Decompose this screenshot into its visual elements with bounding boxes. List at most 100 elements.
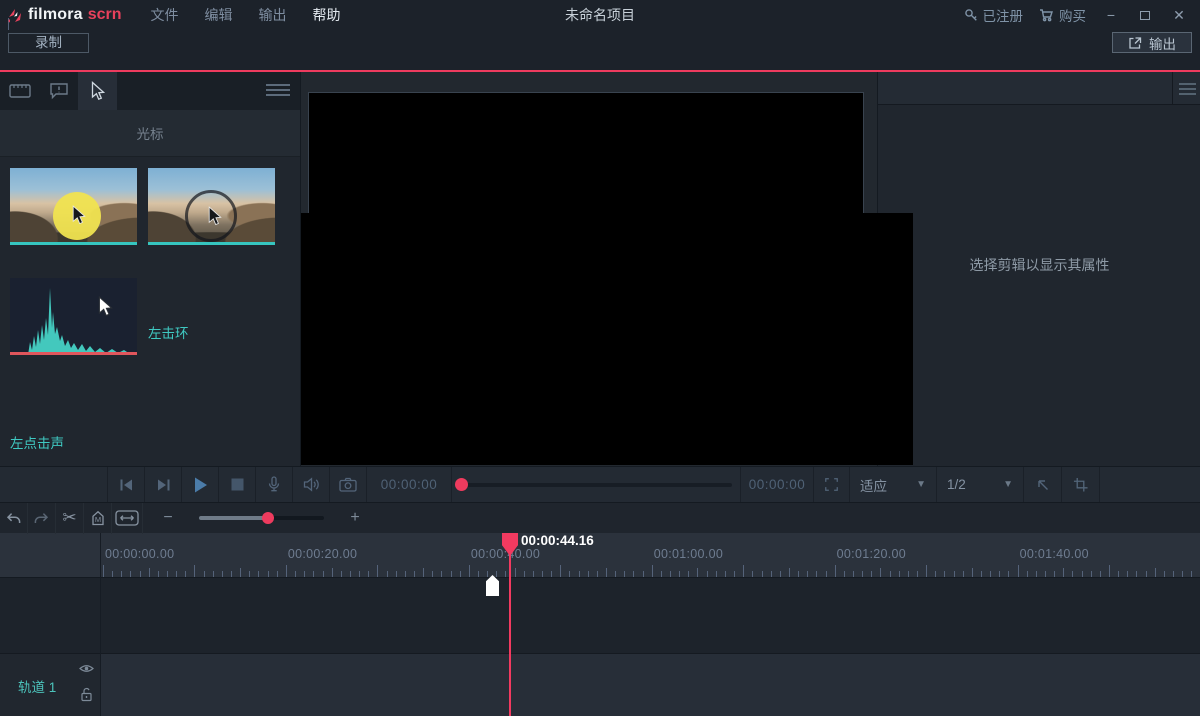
video-frame [301,213,913,465]
undo-button[interactable] [0,503,28,534]
zoom-slider[interactable] [199,516,324,520]
fullscreen-button[interactable] [814,467,850,502]
timeline-gutter-divider [100,533,101,716]
microphone-button[interactable] [256,467,293,502]
ruler-label: 00:01:40.00 [1020,547,1089,561]
project-title: 未命名项目 [565,5,635,25]
registered-status[interactable]: 已注册 [958,5,1030,25]
redo-button[interactable] [28,503,56,534]
audio-button[interactable] [293,467,330,502]
close-icon: ✕ [1173,7,1185,24]
properties-menu-button[interactable] [1179,83,1196,95]
timeline-ruler[interactable]: 00:00:00.0000:00:20.0000:00:40.0000:01:0… [0,533,1200,578]
arrow-upleft-icon [1036,478,1050,492]
menu-edit[interactable]: 编辑 [192,0,246,30]
play-button[interactable] [182,467,219,502]
zoom-to-fit-button[interactable] [112,503,143,534]
black-cursor-icon [208,206,223,227]
speaker-icon [303,477,320,492]
titlebar-right: 已注册 购买 − ✕ [958,0,1195,30]
svg-text:M: M [94,515,100,524]
callout-icon [49,82,69,100]
track-row: 轨道 1 [0,653,1200,716]
logo-trademark-tick: ' [8,18,9,30]
add-marker-button[interactable]: M [84,503,112,534]
next-frame-button[interactable] [145,467,182,502]
section-header: 光标 [0,110,300,157]
waveform-icon [10,278,137,355]
record-button[interactable]: 录制 [8,33,89,53]
split-button[interactable]: ✂ [56,503,84,534]
click-ring-preview [148,168,275,245]
fit-mode-dropdown[interactable]: 适应 ▼ [850,467,937,502]
zoom-out-button[interactable]: − [155,509,181,527]
tab-cursor[interactable] [78,72,117,110]
microphone-icon [265,476,283,493]
cart-icon [1039,8,1054,22]
play-icon [192,476,209,494]
snapshot-button[interactable] [330,467,367,502]
camera-icon [339,477,357,492]
minimize-button[interactable]: − [1096,0,1126,30]
close-button[interactable]: ✕ [1164,0,1194,30]
menu-output[interactable]: 输出 [246,0,300,30]
track-lane[interactable] [101,654,1200,716]
seek-handle[interactable] [455,478,468,491]
buy-button[interactable]: 购买 [1033,5,1092,25]
zoom-in-button[interactable]: + [342,509,368,527]
chevron-down-icon: ▼ [1003,479,1013,490]
current-time: 00:00:00 [367,467,452,502]
tab-media[interactable] [0,72,39,110]
app-logo: filmora scrn ' [8,6,122,24]
previous-frame-button[interactable] [108,467,145,502]
cursor-icon [90,81,105,101]
playhead-line[interactable] [509,533,511,716]
export-button[interactable]: 输出 [1112,32,1192,53]
key-icon [964,8,978,22]
redo-icon [33,511,50,526]
panel-menu-button[interactable] [266,84,290,96]
seek-track[interactable] [460,483,732,487]
menu-file[interactable]: 文件 [138,0,192,30]
undo-icon [5,511,22,526]
logo-brand-text: filmora [28,6,83,24]
logo-product-text: scrn [88,6,122,24]
chevron-down-icon: ▼ [916,479,926,490]
zoom-slider-handle[interactable] [262,512,274,524]
stop-button[interactable] [219,467,256,502]
track-header: 轨道 1 [0,654,100,716]
asset-label: 左击环 [148,322,189,342]
thumb-underline [148,242,275,245]
stop-icon [231,478,244,491]
asset-cursor-highlight[interactable] [10,168,137,248]
seek-bar[interactable] [452,467,741,502]
cursor-highlight-preview [10,168,137,245]
preview-scale-value: 1/2 [947,477,966,492]
eye-icon [79,663,94,674]
marker-icon: M [90,510,106,526]
previous-frame-icon [119,478,134,492]
tab-annotations[interactable] [39,72,78,110]
black-cursor-icon [72,205,87,226]
menu-help[interactable]: 帮助 [300,0,354,30]
properties-placeholder: 选择剪辑以显示其属性 [878,255,1200,275]
track-visibility-toggle[interactable] [79,663,94,674]
asset-left-click-sound[interactable] [10,278,137,358]
thumb-underline [10,352,137,355]
minimize-icon: − [1107,7,1115,23]
preview-scale-dropdown[interactable]: 1/2 ▼ [937,467,1024,502]
fit-mode-value: 适应 [860,475,887,495]
crop-button[interactable] [1062,467,1100,502]
asset-left-click-ring[interactable] [148,168,275,248]
fit-width-icon [115,510,139,526]
track-lock-toggle[interactable] [80,687,93,702]
playback-bar: 00:00:00 00:00:00 适应 ▼ 1/2 ▼ [0,466,1200,502]
assets-panel: 光标 光标亮点 左击环 [0,72,300,466]
timeline-marker[interactable] [486,575,499,596]
timeline-zoom-control: − + [155,509,368,527]
unlock-icon [80,687,93,702]
maximize-button[interactable] [1130,0,1160,30]
menu-bar: 文件 编辑 输出 帮助 [138,0,354,30]
pan-mode-button[interactable] [1024,467,1062,502]
total-time: 00:00:00 [741,467,814,502]
